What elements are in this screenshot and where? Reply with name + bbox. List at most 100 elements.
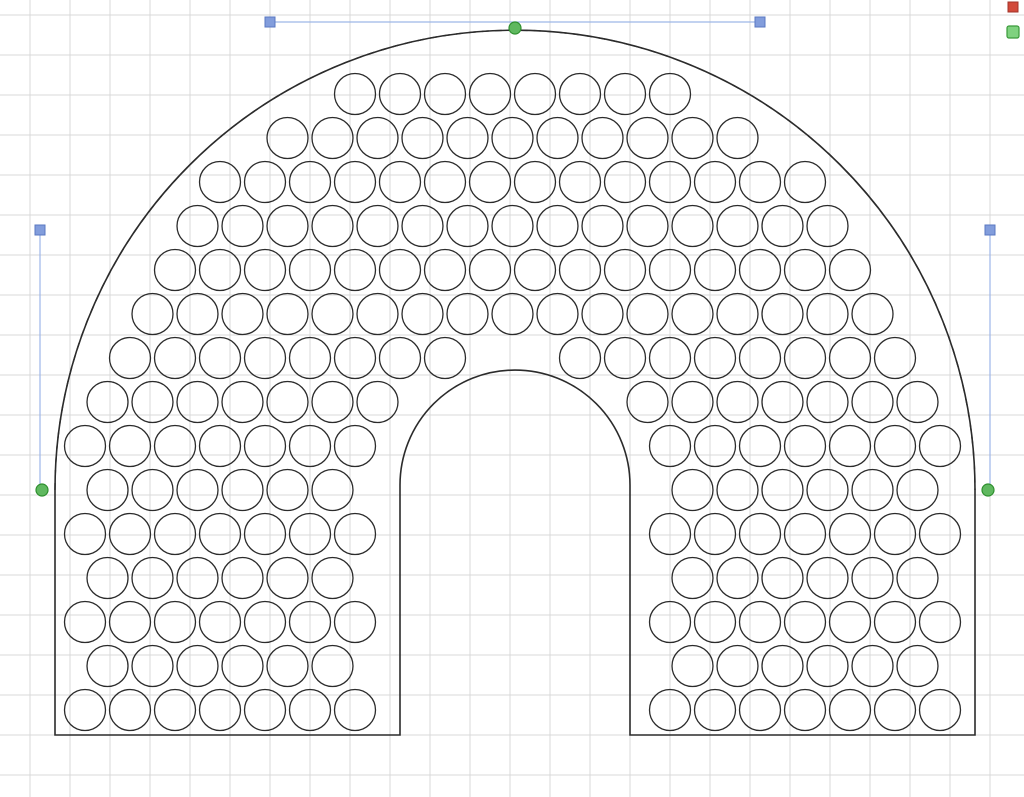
pattern-circle (267, 294, 308, 335)
pattern-circle (200, 426, 241, 467)
pattern-circle (627, 206, 668, 247)
rotate-handle-icon[interactable] (1007, 26, 1019, 38)
corner-marker-icon[interactable] (1008, 2, 1018, 12)
pattern-circle (200, 162, 241, 203)
pattern-circle (582, 118, 623, 159)
pattern-circle (335, 338, 376, 379)
pattern-circle (830, 338, 871, 379)
pattern-circle (245, 602, 286, 643)
pattern-circle (222, 558, 263, 599)
pattern-circle (627, 294, 668, 335)
pattern-circle (740, 690, 781, 731)
pattern-circle (605, 74, 646, 115)
pattern-circle (627, 382, 668, 423)
pattern-circle (695, 690, 736, 731)
pattern-circle (897, 646, 938, 687)
pattern-circle (425, 338, 466, 379)
handle-right[interactable] (985, 225, 995, 235)
pattern-circle (402, 206, 443, 247)
pattern-circle (762, 206, 803, 247)
pattern-circle (830, 690, 871, 731)
pattern-circle (717, 646, 758, 687)
anchor-left[interactable] (36, 484, 48, 496)
pattern-circle (110, 602, 151, 643)
pattern-circle (672, 558, 713, 599)
pattern-circle (335, 162, 376, 203)
pattern-circle (672, 382, 713, 423)
pattern-circle (920, 514, 961, 555)
pattern-circle (245, 338, 286, 379)
pattern-circle (87, 646, 128, 687)
pattern-circle (65, 426, 106, 467)
pattern-circle (312, 470, 353, 511)
pattern-circle (785, 690, 826, 731)
pattern-circle (222, 470, 263, 511)
pattern-circle (267, 382, 308, 423)
pattern-circle (200, 602, 241, 643)
pattern-circle (762, 382, 803, 423)
pattern-circle (200, 514, 241, 555)
pattern-circle (672, 206, 713, 247)
handle-top-right[interactable] (755, 17, 765, 27)
pattern-circle (87, 470, 128, 511)
pattern-circle (200, 338, 241, 379)
pattern-circle (785, 514, 826, 555)
pattern-circle (740, 602, 781, 643)
pattern-circle (785, 602, 826, 643)
pattern-circle (672, 294, 713, 335)
pattern-circle (447, 206, 488, 247)
pattern-circle (155, 690, 196, 731)
pattern-circle (582, 294, 623, 335)
pattern-circle (155, 426, 196, 467)
pattern-circle (335, 426, 376, 467)
pattern-circle (132, 382, 173, 423)
pattern-circle (830, 514, 871, 555)
pattern-circle (245, 514, 286, 555)
pattern-circle (110, 426, 151, 467)
pattern-circle (380, 250, 421, 291)
pattern-circle (132, 470, 173, 511)
pattern-circle (875, 338, 916, 379)
pattern-circle (177, 470, 218, 511)
pattern-circle (762, 470, 803, 511)
pattern-circle (222, 382, 263, 423)
pattern-circle (492, 118, 533, 159)
drawing-canvas[interactable] (0, 0, 1024, 797)
pattern-circle (335, 602, 376, 643)
pattern-circle (560, 162, 601, 203)
pattern-circle (852, 558, 893, 599)
pattern-circle (717, 294, 758, 335)
pattern-circle (852, 470, 893, 511)
pattern-circle (897, 470, 938, 511)
pattern-circle (245, 426, 286, 467)
pattern-circle (875, 690, 916, 731)
pattern-circle (537, 118, 578, 159)
pattern-circle (267, 558, 308, 599)
pattern-circle (312, 294, 353, 335)
pattern-circle (605, 162, 646, 203)
pattern-circle (335, 514, 376, 555)
pattern-circle (87, 382, 128, 423)
pattern-circle (672, 118, 713, 159)
pattern-circle (155, 338, 196, 379)
anchor-top[interactable] (509, 22, 521, 34)
pattern-circle (312, 206, 353, 247)
pattern-circle (740, 250, 781, 291)
pattern-circle (267, 646, 308, 687)
pattern-circle (695, 514, 736, 555)
pattern-circle (605, 338, 646, 379)
anchor-right[interactable] (982, 484, 994, 496)
pattern-circle (875, 602, 916, 643)
pattern-circle (830, 602, 871, 643)
pattern-circle (200, 250, 241, 291)
handle-top-left[interactable] (265, 17, 275, 27)
pattern-circle (267, 206, 308, 247)
pattern-circle (695, 162, 736, 203)
pattern-circle (132, 294, 173, 335)
pattern-circle (740, 514, 781, 555)
pattern-circle (920, 602, 961, 643)
pattern-circle (807, 646, 848, 687)
handle-left[interactable] (35, 225, 45, 235)
pattern-circle (515, 74, 556, 115)
pattern-circle (312, 118, 353, 159)
